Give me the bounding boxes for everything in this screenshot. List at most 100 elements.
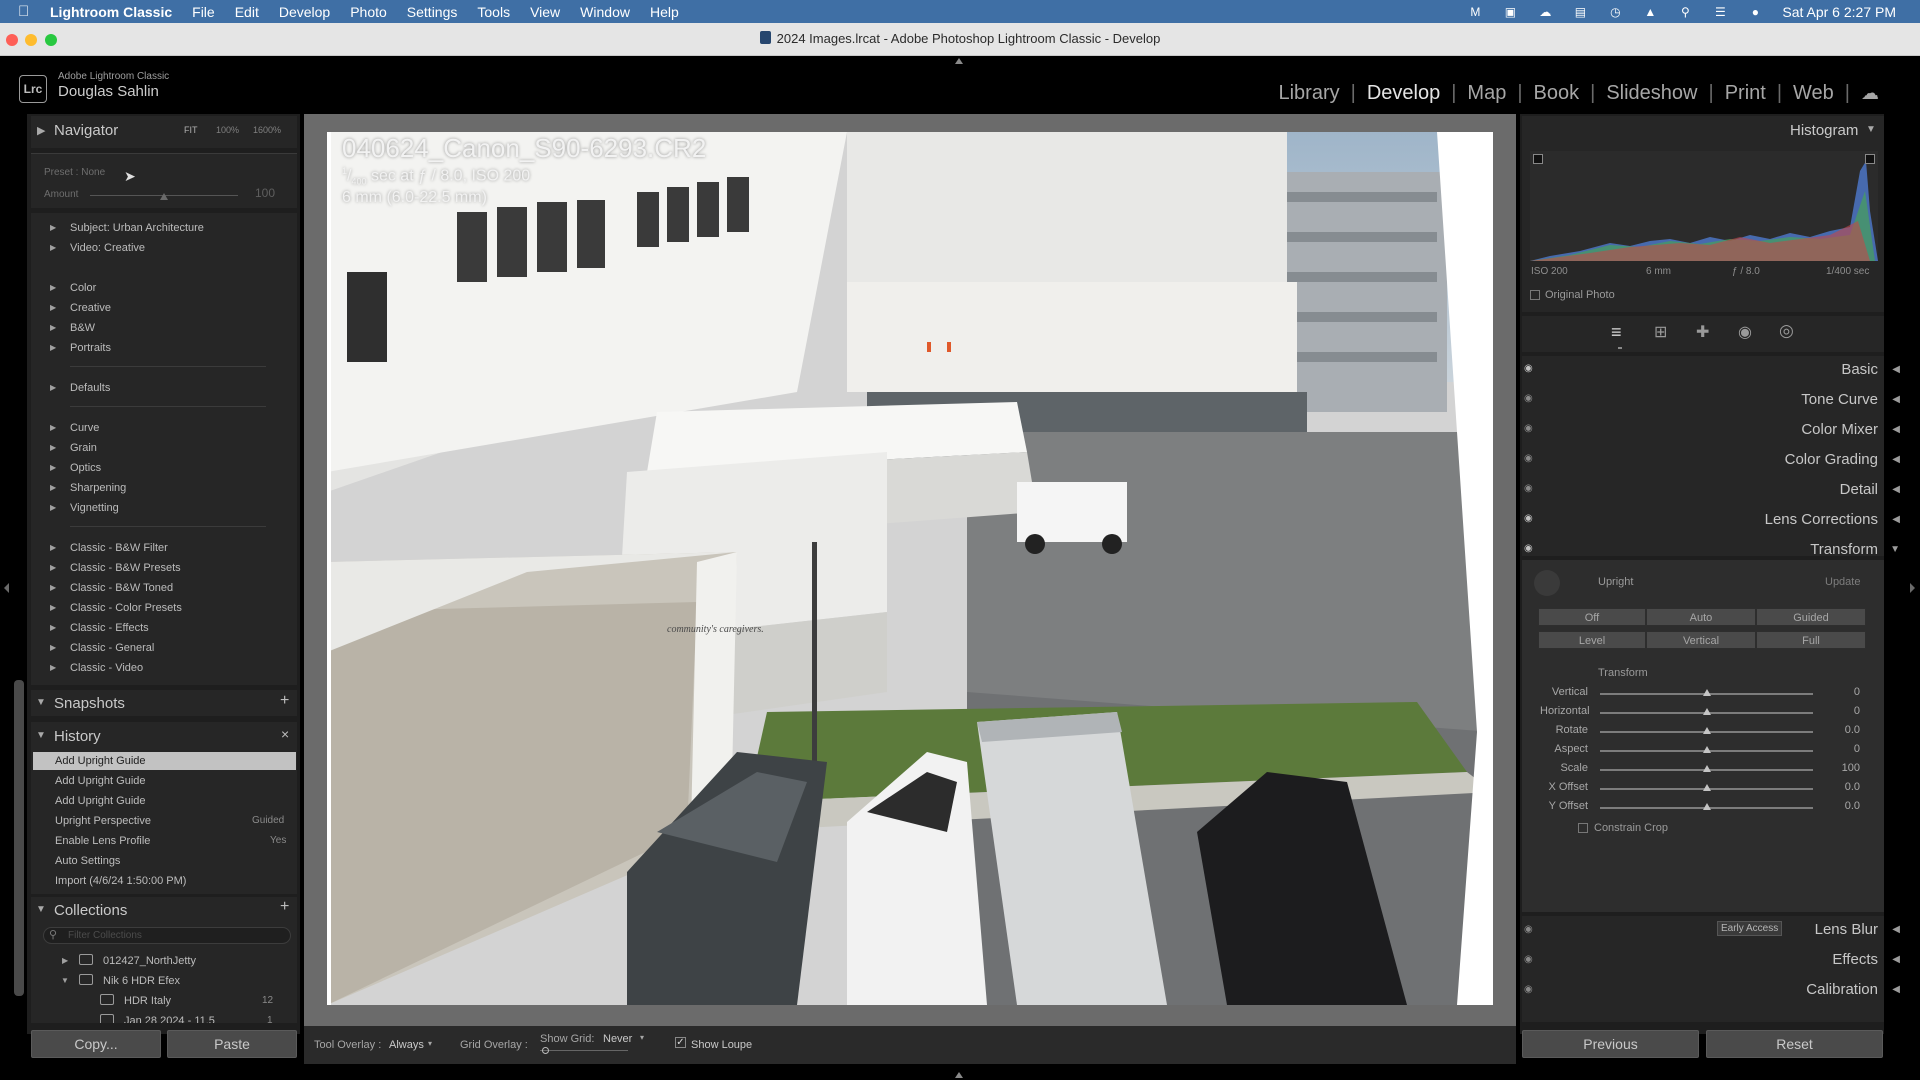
- basic-visibility-icon[interactable]: ◉: [1524, 363, 1533, 374]
- preset-folder-expand-icon[interactable]: ▶: [50, 423, 56, 432]
- section-expand-icon[interactable]: ◀: [1892, 984, 1900, 995]
- module-print[interactable]: Print: [1714, 82, 1777, 105]
- section-color-grading[interactable]: Color Grading: [1785, 451, 1878, 468]
- color-mixer-visibility-icon[interactable]: ◉: [1524, 423, 1533, 434]
- slider-value[interactable]: 100: [1820, 762, 1860, 774]
- upright-auto-button[interactable]: Auto: [1646, 608, 1756, 626]
- slider-value[interactable]: 0: [1820, 686, 1860, 698]
- apple-icon[interactable]: : [18, 3, 40, 20]
- upright-level-button[interactable]: Level: [1538, 631, 1646, 649]
- preset-folder-vignetting[interactable]: Vignetting: [70, 502, 119, 514]
- show-loupe-checkbox[interactable]: ✓: [675, 1037, 686, 1048]
- reset-button[interactable]: Reset: [1706, 1030, 1883, 1058]
- preset-folder-expand-icon[interactable]: ▶: [50, 503, 56, 512]
- preset-folder-expand-icon[interactable]: ▶: [50, 343, 56, 352]
- section-expand-icon[interactable]: ◀: [1892, 394, 1900, 405]
- histogram-chart[interactable]: [1530, 151, 1878, 261]
- preset-folder-curve[interactable]: Curve: [70, 422, 99, 434]
- menu-photo[interactable]: Photo: [350, 4, 387, 20]
- section-effects[interactable]: Effects: [1832, 951, 1878, 968]
- preset-folder-classic-bw-filter[interactable]: Classic - B&W Filter: [70, 542, 168, 554]
- history-item[interactable]: Add Upright Guide: [55, 775, 146, 787]
- slider-value[interactable]: 0.0: [1820, 800, 1860, 812]
- grid-opacity-knob[interactable]: [542, 1047, 549, 1054]
- slider-value[interactable]: 0: [1820, 705, 1860, 717]
- preset-folder-expand-icon[interactable]: ▶: [50, 623, 56, 632]
- time-machine-icon[interactable]: ◷: [1607, 5, 1623, 19]
- aspect-slider-knob[interactable]: [1702, 746, 1711, 753]
- module-map[interactable]: Map: [1456, 82, 1517, 105]
- gmail-status-icon[interactable]: M: [1467, 5, 1483, 19]
- section-expand-icon[interactable]: ◀: [1892, 454, 1900, 465]
- history-collapse-icon[interactable]: ▼: [36, 730, 46, 741]
- section-color-mixer[interactable]: Color Mixer: [1801, 421, 1878, 438]
- section-expand-icon[interactable]: ◀: [1892, 364, 1900, 375]
- module-slideshow[interactable]: Slideshow: [1595, 82, 1708, 105]
- preset-folder-expand-icon[interactable]: ▶: [50, 463, 56, 472]
- section-lens-blur[interactable]: Lens Blur: [1815, 921, 1878, 938]
- collapse-right-panel-icon[interactable]: [1910, 583, 1915, 593]
- preset-folder-optics[interactable]: Optics: [70, 462, 101, 474]
- masking-icon[interactable]: ◎: [1779, 321, 1794, 341]
- healing-icon[interactable]: ✚: [1696, 322, 1709, 342]
- zoom-fit-option[interactable]: FIT: [184, 125, 198, 135]
- collapse-filmstrip-icon[interactable]: [955, 1072, 963, 1078]
- preset-folder-sharpening[interactable]: Sharpening: [70, 482, 126, 494]
- scale-slider-knob[interactable]: [1702, 765, 1711, 772]
- module-book[interactable]: Book: [1523, 82, 1591, 105]
- slider-value[interactable]: 0.0: [1820, 724, 1860, 736]
- collapse-left-panel-icon[interactable]: [4, 583, 9, 593]
- navigator-expand-icon[interactable]: ▶: [37, 124, 45, 137]
- preset-folder-video-creative[interactable]: Video: Creative: [70, 242, 145, 254]
- history-item[interactable]: Add Upright Guide: [55, 755, 146, 767]
- preset-folder-expand-icon[interactable]: ▶: [50, 563, 56, 572]
- history-item[interactable]: Enable Lens Profile: [55, 835, 150, 847]
- left-panel-scrollbar[interactable]: [14, 680, 24, 996]
- show-grid-select[interactable]: Never: [603, 1033, 632, 1045]
- rotate-slider-knob[interactable]: [1702, 727, 1711, 734]
- upright-guided-button[interactable]: Guided: [1756, 608, 1866, 626]
- section-tone-curve[interactable]: Tone Curve: [1801, 391, 1878, 408]
- section-basic[interactable]: Basic: [1841, 361, 1878, 378]
- history-item[interactable]: Upright Perspective: [55, 815, 151, 827]
- preset-folder-classic-bw-toned[interactable]: Classic - B&W Toned: [70, 582, 173, 594]
- preset-folder-expand-icon[interactable]: ▶: [50, 583, 56, 592]
- amount-slider-knob[interactable]: [160, 193, 168, 200]
- copy-settings-button[interactable]: Copy...: [31, 1030, 161, 1058]
- collection-item[interactable]: Jan 28 2024 - 11.5: [124, 1015, 215, 1023]
- section-lens-corrections[interactable]: Lens Corrections: [1765, 511, 1878, 528]
- collection-collapse-icon[interactable]: ▼: [61, 976, 69, 985]
- original-photo-checkbox[interactable]: [1530, 290, 1540, 300]
- history-item[interactable]: Auto Settings: [55, 855, 120, 867]
- cloud-status-icon[interactable]: ☁: [1537, 5, 1553, 19]
- zoom-100-option[interactable]: 100%: [216, 125, 239, 135]
- histogram-collapse-icon[interactable]: ▼: [1866, 124, 1876, 135]
- vertical-slider-knob[interactable]: [1702, 689, 1711, 696]
- slider-value[interactable]: 0: [1820, 743, 1860, 755]
- add-collection-icon[interactable]: +: [280, 898, 289, 916]
- color-grading-visibility-icon[interactable]: ◉: [1524, 453, 1533, 464]
- detail-visibility-icon[interactable]: ◉: [1524, 483, 1533, 494]
- preset-folder-bw[interactable]: B&W: [70, 322, 95, 334]
- preset-folder-classic-color[interactable]: Classic - Color Presets: [70, 602, 182, 614]
- menu-tools[interactable]: Tools: [477, 4, 510, 20]
- preset-folder-expand-icon[interactable]: ▶: [50, 303, 56, 312]
- tool-overlay-select[interactable]: Always: [389, 1039, 424, 1051]
- module-library[interactable]: Library: [1267, 82, 1350, 105]
- section-expand-icon[interactable]: ◀: [1892, 954, 1900, 965]
- collection-item[interactable]: Nik 6 HDR Efex: [103, 975, 180, 987]
- shadow-clipping-icon[interactable]: [1533, 154, 1543, 164]
- preset-folder-expand-icon[interactable]: ▶: [50, 643, 56, 652]
- collection-item[interactable]: HDR Italy: [124, 995, 171, 1007]
- photo-canvas[interactable]: community's caregivers.: [327, 132, 1493, 1005]
- collection-item[interactable]: 012427_NorthJetty: [103, 955, 196, 967]
- horizontal-slider-knob[interactable]: [1702, 708, 1711, 715]
- spotlight-search-icon[interactable]: ⚲: [1677, 5, 1693, 19]
- collections-collapse-icon[interactable]: ▼: [36, 904, 46, 915]
- previous-button[interactable]: Previous: [1522, 1030, 1699, 1058]
- section-calibration[interactable]: Calibration: [1806, 981, 1878, 998]
- history-item[interactable]: Import (4/6/24 1:50:00 PM): [55, 875, 186, 887]
- preset-folder-classic-effects[interactable]: Classic - Effects: [70, 622, 149, 634]
- menu-edit[interactable]: Edit: [235, 4, 259, 20]
- section-transform[interactable]: Transform: [1810, 541, 1878, 558]
